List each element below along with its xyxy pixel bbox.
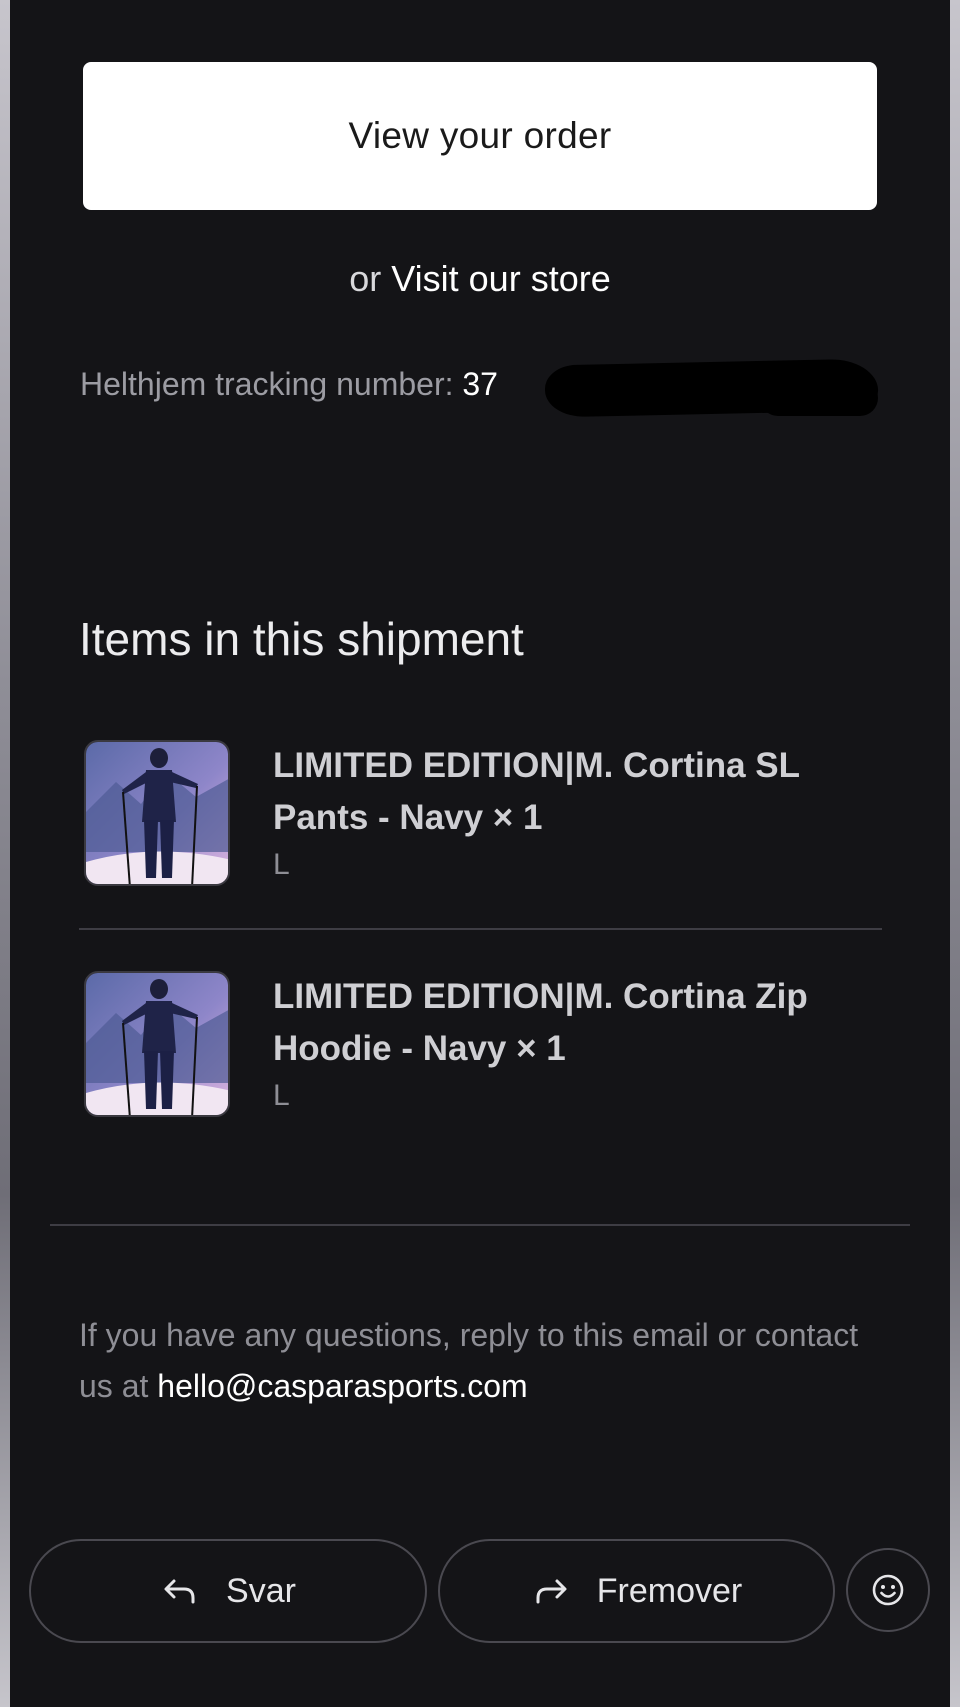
item-title[interactable]: LIMITED EDITION|M. Cortina SL Pants - Na… [273,740,893,844]
visit-prefix: or [349,258,382,299]
contact-text: If you have any questions, reply to this… [79,1310,879,1412]
item-divider [79,928,882,930]
shipment-item: LIMITED EDITION|M. Cortina Zip Hoodie - … [79,971,879,1121]
shipment-item: LIMITED EDITION|M. Cortina SL Pants - Na… [79,740,879,890]
tracking-label: Helthjem tracking number: [80,366,454,402]
visit-store-line: or Visit our store [0,258,960,300]
item-title[interactable]: LIMITED EDITION|M. Cortina Zip Hoodie - … [273,971,893,1075]
emoji-icon [870,1572,906,1608]
forward-icon [531,1571,571,1611]
reply-label: Svar [226,1571,296,1610]
product-thumbnail [84,740,230,886]
tracking-number[interactable]: 37 [462,366,498,402]
item-variant: L [273,1079,290,1112]
item-variant: L [273,848,290,881]
shipment-title: Items in this shipment [79,613,524,665]
visit-store-link[interactable]: Visit our store [391,258,610,299]
product-thumbnail [84,971,230,1117]
view-order-button[interactable]: View your order [83,62,877,210]
emoji-reaction-button[interactable] [846,1548,930,1632]
reply-button[interactable]: Svar [29,1539,427,1643]
forward-label: Fremover [596,1571,743,1610]
redaction-mark-tail [760,380,878,416]
section-divider [50,1224,910,1226]
reply-icon [160,1571,200,1611]
contact-email-link[interactable]: hello@casparasports.com [157,1368,527,1404]
view-order-label: View your order [348,115,612,156]
forward-button[interactable]: Fremover [438,1539,835,1643]
